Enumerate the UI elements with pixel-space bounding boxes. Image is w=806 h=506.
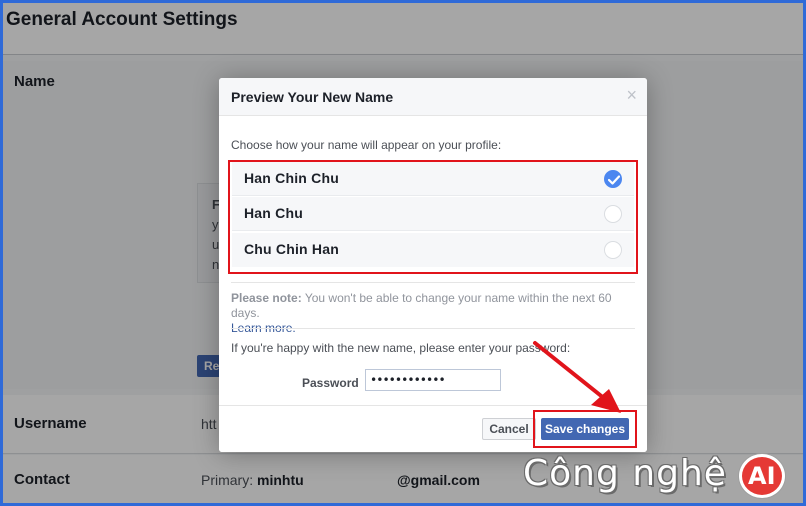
password-prompt: If you're happy with the new name, pleas… xyxy=(231,341,571,355)
section-divider xyxy=(231,282,635,283)
dialog-instruction: Choose how your name will appear on your… xyxy=(231,138,502,152)
name-options-list: Han Chin Chu Han Chu Chu Chin Han xyxy=(228,160,638,274)
annotation-arrow-icon xyxy=(533,341,621,413)
watermark-text: Công nghệ xyxy=(523,453,727,494)
name-change-note: Please note: You won't be able to change… xyxy=(231,291,635,336)
name-option-label: Han Chu xyxy=(244,205,303,221)
name-option-label: Han Chin Chu xyxy=(244,170,339,186)
password-input[interactable] xyxy=(365,369,501,391)
name-option-label: Chu Chin Han xyxy=(244,241,339,257)
password-label: Password xyxy=(302,376,359,390)
watermark-logo-text: AI xyxy=(748,462,776,490)
watermark: Công nghệ AI xyxy=(519,451,789,501)
section-divider xyxy=(231,328,635,329)
name-option[interactable]: Han Chu xyxy=(232,197,634,231)
name-option[interactable]: Han Chin Chu xyxy=(232,162,634,196)
dialog-header: Preview Your New Name × xyxy=(219,78,647,116)
radio-checked-icon[interactable] xyxy=(604,170,622,188)
close-icon[interactable]: × xyxy=(626,86,637,104)
name-option[interactable]: Chu Chin Han xyxy=(232,233,634,267)
radio-unchecked-icon[interactable] xyxy=(604,241,622,259)
dialog-title: Preview Your New Name xyxy=(231,89,394,105)
screenshot-frame: General Account Settings Name F y u n Re… xyxy=(0,0,806,506)
watermark-logo-icon: AI xyxy=(739,454,785,498)
note-label: Please note: xyxy=(231,291,302,305)
radio-unchecked-icon[interactable] xyxy=(604,205,622,223)
